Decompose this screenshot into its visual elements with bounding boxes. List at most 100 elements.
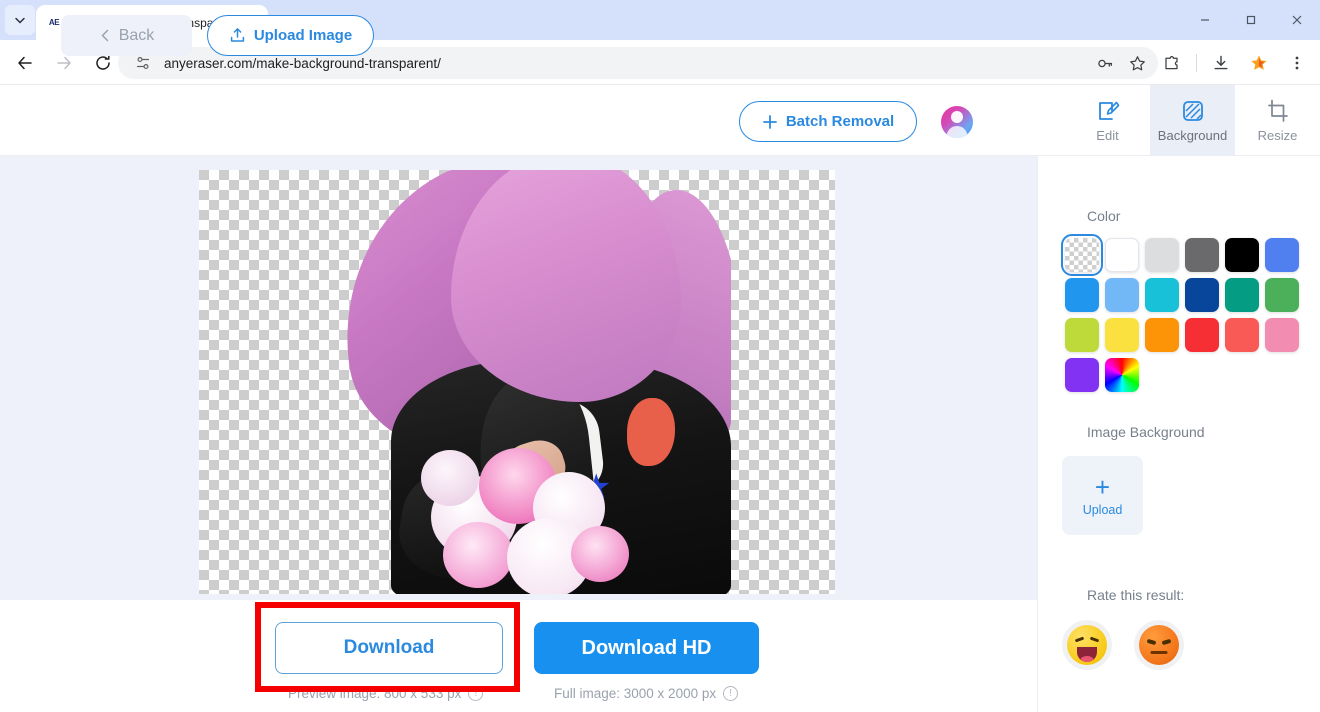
emoji-angry-icon: [1139, 625, 1179, 665]
swatch-cell: [1262, 315, 1302, 355]
rate-buttons: [1062, 620, 1184, 670]
mode-tab-group: Edit Background Resize: [1065, 85, 1320, 156]
swatch-cell: [1062, 275, 1102, 315]
download-button[interactable]: Download: [275, 622, 503, 674]
color-swatch-teal[interactable]: [1225, 278, 1259, 312]
emoji-laughing-button[interactable]: [1062, 620, 1112, 670]
image-canvas[interactable]: PRO: [199, 170, 835, 594]
crop-icon: [1267, 99, 1288, 122]
plus-icon: [762, 114, 777, 129]
color-swatch-lime[interactable]: [1065, 318, 1099, 352]
back-button-app[interactable]: Back: [61, 15, 192, 56]
browser-toolbar-actions: [1153, 47, 1316, 79]
minimize-icon: [1201, 19, 1209, 21]
tab-edit[interactable]: Edit: [1065, 85, 1150, 156]
maximize-icon: [1246, 15, 1256, 25]
color-swatch-purple[interactable]: [1065, 358, 1099, 392]
tab-resize[interactable]: Resize: [1235, 85, 1320, 156]
emoji-laughing-icon: [1067, 625, 1107, 665]
batch-removal-label: Batch Removal: [785, 113, 895, 130]
full-info-icon[interactable]: !: [723, 686, 739, 701]
tab-background-label: Background: [1157, 127, 1228, 143]
background-upload-button[interactable]: + Upload: [1062, 456, 1143, 535]
full-image-size: Full image: 3000 x 2000 px: [554, 686, 717, 701]
swatch-cell: [1062, 315, 1102, 355]
close-icon: [1292, 15, 1302, 25]
star-icon[interactable]: [1126, 52, 1148, 74]
color-swatch-royal-blue[interactable]: [1265, 238, 1299, 272]
toolbar-separator: [1196, 54, 1197, 72]
chevron-left-icon: [101, 29, 108, 42]
browser-window: AE Make Background Transparent: [0, 0, 1320, 712]
minimize-button[interactable]: [1182, 0, 1228, 40]
upload-image-label: Upload Image: [253, 27, 353, 44]
emoji-angry-button[interactable]: [1134, 620, 1184, 670]
color-swatch-green[interactable]: [1265, 278, 1299, 312]
color-swatch-coral[interactable]: [1225, 318, 1259, 352]
swatch-cell: [1142, 275, 1182, 315]
preview-info-icon[interactable]: !: [468, 686, 484, 701]
swatch-cell: [1262, 235, 1302, 275]
upload-icon: [230, 28, 244, 42]
window-controls: [1182, 0, 1320, 40]
swatch-cell: [1102, 355, 1142, 395]
reload-icon: [96, 54, 110, 70]
three-dot-menu-icon[interactable]: [1281, 47, 1313, 79]
background-hatch-icon: [1182, 100, 1203, 121]
preview-image-size: Preview image: 800 x 533 px: [288, 686, 462, 701]
tab-search-button[interactable]: [5, 5, 35, 35]
key-icon[interactable]: [1094, 52, 1116, 74]
rate-result-label: Rate this result:: [1087, 587, 1185, 603]
swatch-cell: [1222, 235, 1262, 275]
color-swatch-black[interactable]: [1225, 238, 1259, 272]
swatch-cell: [1102, 275, 1142, 315]
edit-pencil-icon: [1098, 101, 1119, 120]
full-image-meta: Full image: 3000 x 2000 px !: [554, 686, 739, 701]
background-upload-label: Upload: [1082, 503, 1123, 517]
color-swatch-light-gray[interactable]: [1145, 238, 1179, 272]
close-window-button[interactable]: [1274, 0, 1320, 40]
color-swatch-pink[interactable]: [1265, 318, 1299, 352]
tab-strip: AE Make Background Transparent: [0, 0, 1320, 40]
puzzle-icon[interactable]: [1156, 47, 1188, 79]
color-swatch-navy[interactable]: [1185, 278, 1219, 312]
back-arrow-icon: [18, 56, 32, 69]
swatch-cell: [1262, 275, 1302, 315]
color-swatch-dark-gray[interactable]: [1185, 238, 1219, 272]
url-text: anyeraser.com/make-background-transparen…: [164, 55, 441, 71]
color-swatch-yellow[interactable]: [1105, 318, 1139, 352]
upload-image-button[interactable]: Upload Image: [207, 15, 374, 56]
tab-edit-label: Edit: [1096, 127, 1119, 143]
swatch-cell: [1222, 275, 1262, 315]
back-button-label: Back: [118, 26, 155, 44]
maximize-button[interactable]: [1228, 0, 1274, 40]
swatch-cell: [1222, 315, 1262, 355]
color-swatch-bright-blue[interactable]: [1065, 278, 1099, 312]
extension-badge-icon[interactable]: [1243, 47, 1275, 79]
color-swatch-grid: [1061, 234, 1299, 395]
download-hd-button[interactable]: Download HD: [534, 622, 759, 674]
color-swatch-red[interactable]: [1185, 318, 1219, 352]
color-section-label: Color: [1087, 208, 1121, 224]
tab-resize-label: Resize: [1257, 127, 1298, 143]
color-swatch-orange[interactable]: [1145, 318, 1179, 352]
back-button[interactable]: [10, 48, 40, 78]
color-swatch-rainbow[interactable]: [1105, 358, 1139, 392]
swatch-cell: [1182, 275, 1222, 315]
user-avatar[interactable]: [941, 106, 973, 138]
swatch-cell: [1062, 355, 1102, 395]
swatch-cell: [1182, 315, 1222, 355]
color-swatch-sky-blue[interactable]: [1105, 278, 1139, 312]
forward-arrow-icon: [57, 56, 71, 69]
tab-background[interactable]: Background: [1150, 85, 1235, 156]
color-swatch-transparent[interactable]: [1061, 234, 1103, 276]
browser-toolbar: anyeraser.com/make-background-transparen…: [0, 40, 1320, 85]
plus-icon: +: [1094, 472, 1111, 502]
swatch-cell: [1142, 315, 1182, 355]
color-swatch-white[interactable]: [1105, 238, 1139, 272]
download-icon[interactable]: [1205, 47, 1237, 79]
swatch-cell: [1182, 235, 1222, 275]
batch-removal-button[interactable]: Batch Removal: [739, 101, 917, 142]
color-swatch-cyan[interactable]: [1145, 278, 1179, 312]
download-bar: [0, 600, 1037, 712]
